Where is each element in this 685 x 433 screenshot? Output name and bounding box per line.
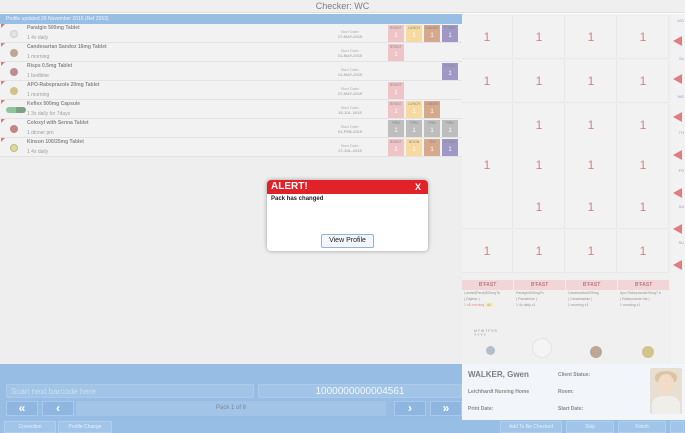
checker-app: Checker: WC Profile updated 26 November … [0,0,685,433]
alert-header: ALERT! X [267,180,428,194]
alert-dialog: ALERT! X Pack has changed View Profile [267,180,428,251]
alert-title: ALERT! [271,181,308,192]
view-profile-button[interactable]: View Profile [321,234,374,248]
alert-message: Pack has changed [271,196,324,202]
close-icon[interactable]: X [415,180,421,194]
